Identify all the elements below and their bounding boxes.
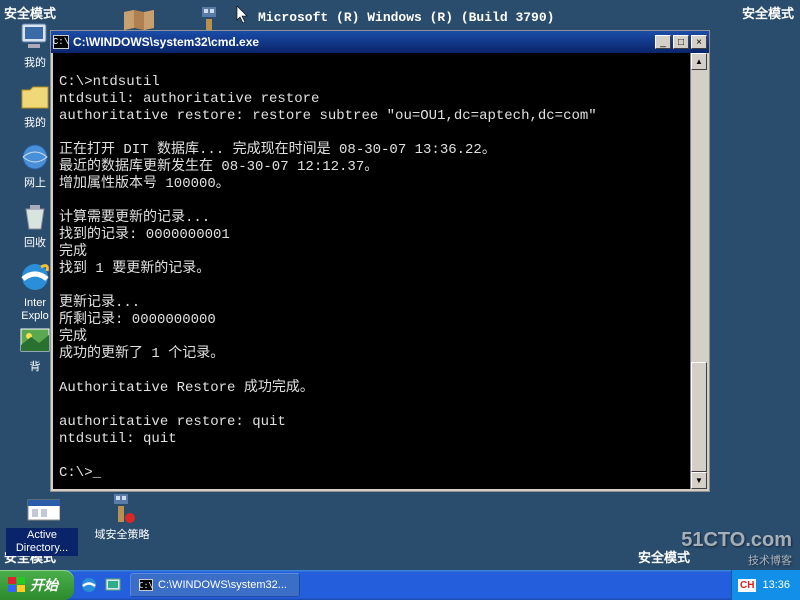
mouse-cursor-icon	[236, 6, 250, 24]
ql-ie-icon[interactable]	[80, 576, 98, 594]
icon-label: 域安全策略	[90, 528, 154, 543]
taskbar-cmd-item[interactable]: C:\ C:\WINDOWS\system32...	[130, 573, 300, 597]
cmd-window[interactable]: C:\ C:\WINDOWS\system32\cmd.exe _ □ × C:…	[50, 30, 710, 492]
clock[interactable]: 13:36	[762, 579, 790, 591]
os-build-banner: Microsoft (R) Windows (R) (Build 3790)	[258, 10, 554, 25]
scroll-down-button[interactable]: ▼	[691, 472, 707, 489]
quicklaunch	[74, 576, 128, 594]
start-button[interactable]: 开始	[0, 570, 74, 600]
close-button[interactable]: ×	[691, 35, 707, 49]
domain-policy-icon[interactable]: 域安全策略	[90, 492, 154, 543]
cmd-output[interactable]: C:\>ntdsutil ntdsutil: authoritative res…	[53, 53, 690, 489]
scroll-thumb[interactable]	[691, 362, 707, 472]
system-tray[interactable]: CH 13:36	[731, 570, 800, 600]
safe-mode-top-right: 安全模式	[742, 3, 794, 22]
windows-logo-icon	[8, 577, 26, 593]
minimize-button[interactable]: _	[655, 35, 671, 49]
start-label: 开始	[30, 575, 58, 595]
lang-indicator[interactable]: CH	[738, 579, 756, 592]
scroll-track[interactable]	[691, 70, 707, 472]
maximize-button[interactable]: □	[673, 35, 689, 49]
taskbar[interactable]: 开始 C:\ C:\WINDOWS\system32... CH 13:36	[0, 570, 800, 600]
watermark-sub: 技术博客	[681, 552, 792, 568]
cmd-small-icon: C:\	[139, 579, 153, 591]
icon-label: Active Directory...	[6, 528, 78, 556]
watermark: 51CTO.com 技术博客	[681, 529, 792, 568]
active-directory-icon[interactable]: Active Directory...	[6, 492, 78, 556]
cmd-titlebar[interactable]: C:\ C:\WINDOWS\system32\cmd.exe _ □ ×	[51, 31, 709, 53]
ql-desktop-icon[interactable]	[104, 576, 122, 594]
cmd-sys-icon[interactable]: C:\	[53, 35, 69, 49]
watermark-main: 51CTO.com	[681, 529, 792, 552]
task-item-label: C:\WINDOWS\system32...	[158, 579, 287, 591]
scrollbar[interactable]: ▲ ▼	[690, 53, 707, 489]
scroll-up-button[interactable]: ▲	[691, 53, 707, 70]
cmd-title-text: C:\WINDOWS\system32\cmd.exe	[73, 35, 653, 49]
